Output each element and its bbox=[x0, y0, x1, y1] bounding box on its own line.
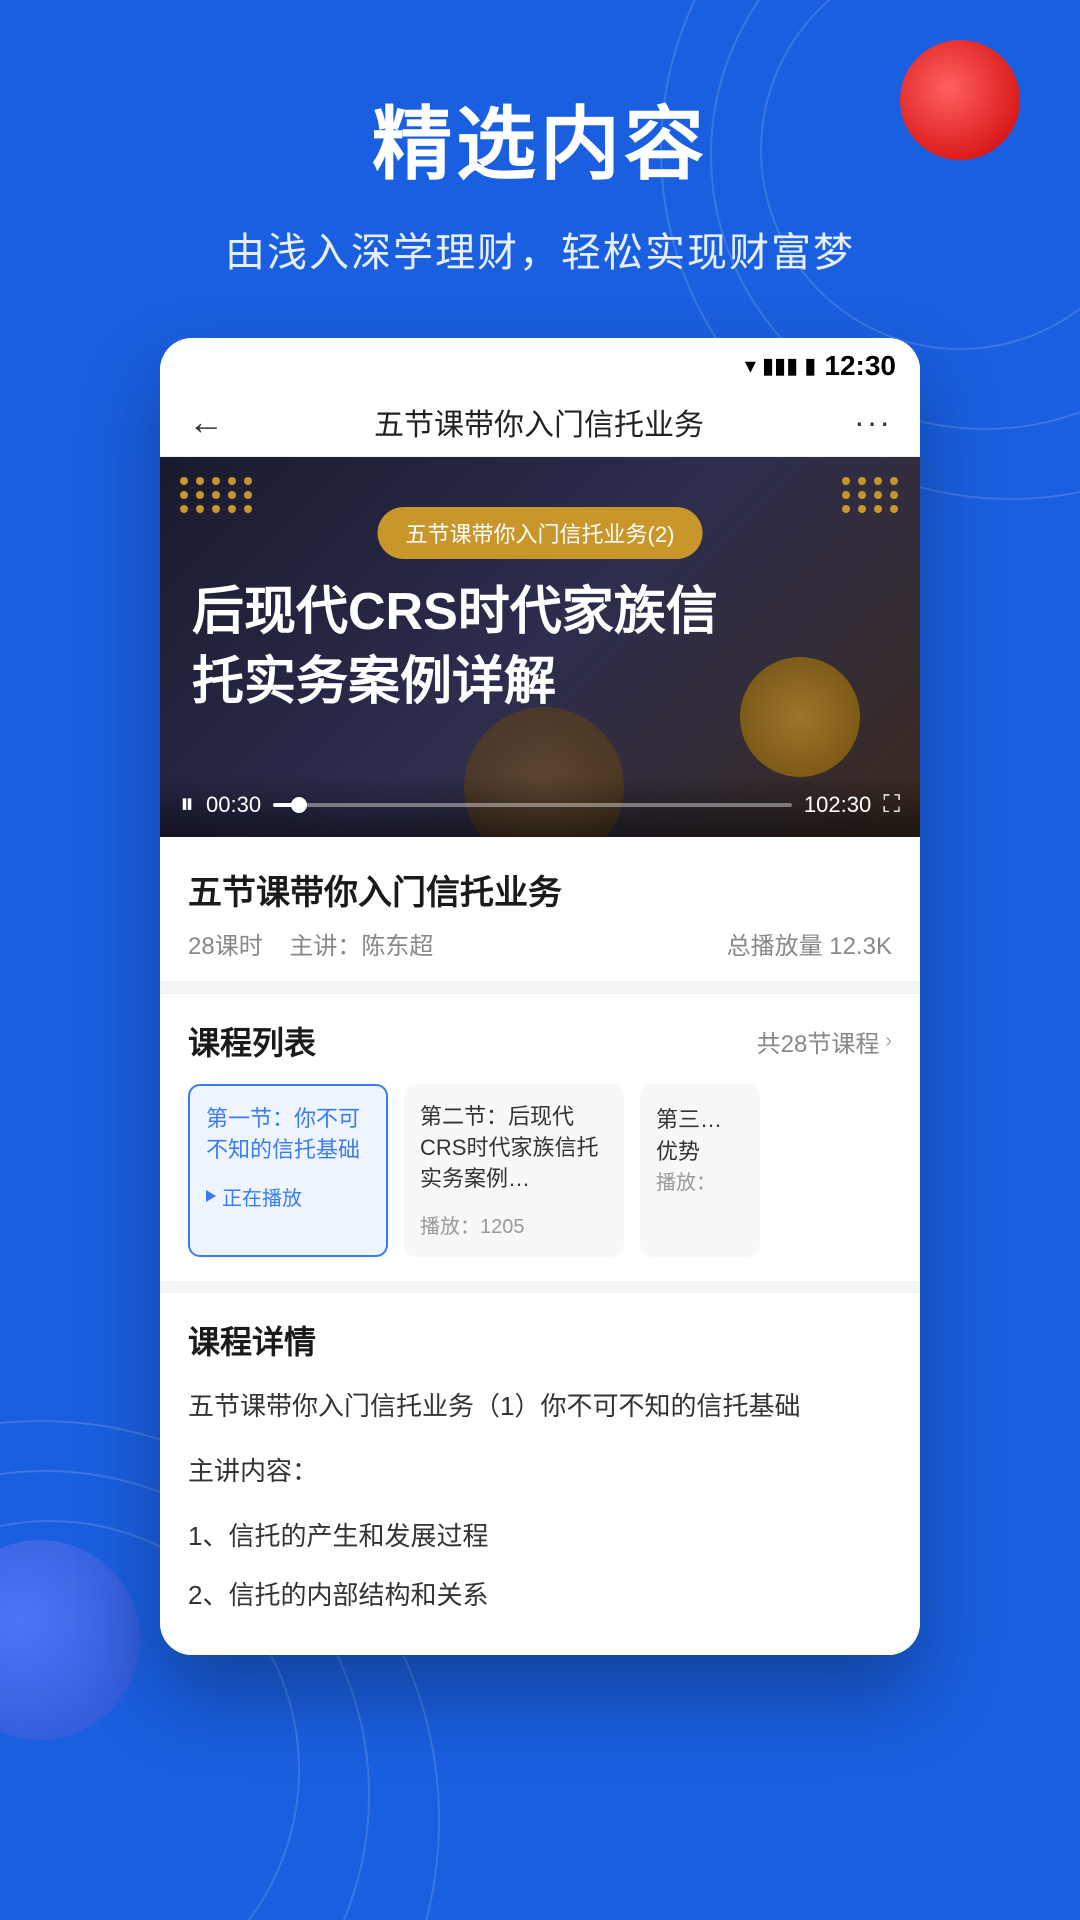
course-title: 五节课带你入门信托业务 bbox=[188, 865, 892, 914]
page-title: 精选内容 bbox=[0, 80, 1080, 196]
dots-right bbox=[842, 477, 900, 513]
battery-icon: ▮ bbox=[804, 353, 816, 379]
course-details-section: 课程详情 五节课带你入门信托业务（1）你不可不知的信托基础 主讲内容： 1、信托… bbox=[160, 1293, 920, 1654]
status-icons: ▾ ▮▮▮ ▮ bbox=[745, 353, 816, 379]
course-card-2[interactable]: 第二节：后现代CRS时代家族信托实务案例… 播放：1205 bbox=[404, 1084, 624, 1257]
current-time: 00:30 bbox=[206, 792, 261, 818]
more-button[interactable]: ··· bbox=[854, 404, 892, 441]
course-meta: 28课时 主讲：陈东超 总播放量 12.3K bbox=[188, 926, 892, 961]
gap-2 bbox=[160, 1281, 920, 1293]
total-time: 102:30 bbox=[804, 792, 871, 818]
card-3-title: 第三…优势 bbox=[656, 1102, 744, 1166]
progress-bar[interactable] bbox=[273, 803, 792, 807]
course-plays: 总播放量 12.3K bbox=[727, 926, 892, 961]
nav-bar: ← 五节课带你入门信托业务 ··· bbox=[160, 390, 920, 457]
dots-left bbox=[180, 477, 254, 513]
phone-mockup: ▾ ▮▮▮ ▮ 12:30 ← 五节课带你入门信托业务 ··· bbox=[160, 338, 920, 1655]
course-list-link-text: 共28节课程 bbox=[757, 1024, 880, 1059]
detail-item-1: 1、信托的产生和发展过程 bbox=[188, 1513, 892, 1560]
signal-icon: ▮▮▮ bbox=[762, 353, 798, 379]
lesson-count: 28课时 bbox=[188, 933, 263, 960]
plays-label: 总播放量 bbox=[727, 933, 823, 960]
course-cards: 第一节：你不可不知的信托基础 正在播放 第二节：后现代CRS时代家族信托实务案例… bbox=[188, 1084, 892, 1257]
status-time: 12:30 bbox=[824, 350, 896, 382]
page-subtitle: 由浅入深学理财，轻松实现财富梦 bbox=[0, 220, 1080, 278]
video-main-title: 后现代CRS时代家族信托实务案例详解 bbox=[192, 577, 888, 717]
details-title: 课程详情 bbox=[188, 1317, 892, 1363]
fullscreen-button[interactable]: ⛶ bbox=[883, 791, 900, 819]
course-meta-left: 28课时 主讲：陈东超 bbox=[188, 926, 433, 961]
details-sub-title: 主讲内容： bbox=[188, 1448, 892, 1495]
video-badge: 五节课带你入门信托业务(2) bbox=[378, 507, 703, 559]
card-1-title: 第一节：你不可不知的信托基础 bbox=[206, 1104, 370, 1166]
chevron-icon: › bbox=[885, 1030, 892, 1053]
course-card-1[interactable]: 第一节：你不可不知的信托基础 正在播放 bbox=[188, 1084, 388, 1257]
course-list-section: 课程列表 共28节课程 › 第一节：你不可不知的信托基础 正在播放 第二 bbox=[160, 994, 920, 1281]
details-description: 五节课带你入门信托业务（1）你不可不知的信托基础 bbox=[188, 1383, 892, 1430]
card-2-title: 第二节：后现代CRS时代家族信托实务案例… bbox=[420, 1102, 608, 1194]
course-list-title: 课程列表 bbox=[188, 1018, 316, 1064]
nav-title: 五节课带你入门信托业务 bbox=[374, 400, 704, 444]
play-triangle-icon bbox=[206, 1190, 216, 1202]
card-2-plays: 播放：1205 bbox=[420, 1210, 608, 1239]
card-3-plays: 播放： bbox=[656, 1166, 744, 1195]
gap-1 bbox=[160, 981, 920, 993]
course-info: 五节课带你入门信托业务 28课时 主讲：陈东超 总播放量 12.3K bbox=[160, 837, 920, 981]
wifi-icon: ▾ bbox=[745, 353, 756, 379]
progress-fill bbox=[273, 803, 299, 807]
course-card-3[interactable]: 第三…优势 播放： bbox=[640, 1084, 760, 1257]
plays-value: 12.3K bbox=[829, 933, 892, 960]
details-text: 五节课带你入门信托业务（1）你不可不知的信托基础 主讲内容： 1、信托的产生和发… bbox=[188, 1383, 892, 1618]
status-bar: ▾ ▮▮▮ ▮ 12:30 bbox=[160, 338, 920, 390]
video-player[interactable]: 五节课带你入门信托业务(2) 后现代CRS时代家族信托实务案例详解 ⏸ 00:3… bbox=[160, 457, 920, 837]
blue-ball-decoration bbox=[0, 1540, 140, 1740]
lecturer: 主讲：陈东超 bbox=[289, 933, 433, 960]
back-button[interactable]: ← bbox=[188, 401, 224, 443]
playing-label: 正在播放 bbox=[222, 1182, 302, 1211]
section-header: 课程列表 共28节课程 › bbox=[188, 1018, 892, 1064]
pause-button[interactable]: ⏸ bbox=[180, 788, 194, 821]
now-playing: 正在播放 bbox=[206, 1182, 370, 1211]
page-header: 精选内容 由浅入深学理财，轻松实现财富梦 bbox=[0, 0, 1080, 278]
progress-thumb bbox=[291, 797, 307, 813]
phone-frame: ▾ ▮▮▮ ▮ 12:30 ← 五节课带你入门信托业务 ··· bbox=[160, 338, 920, 1655]
detail-item-2: 2、信托的内部结构和关系 bbox=[188, 1572, 892, 1619]
course-list-link[interactable]: 共28节课程 › bbox=[757, 1024, 892, 1059]
video-controls: ⏸ 00:30 102:30 ⛶ bbox=[160, 776, 920, 837]
